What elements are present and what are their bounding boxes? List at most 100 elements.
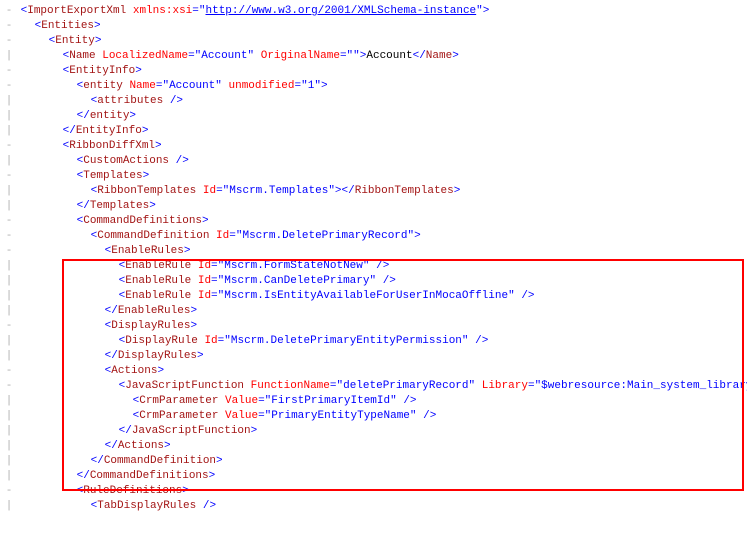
xml-tag: CommandDefinitions (83, 215, 202, 227)
code-line: | <attributes /> (4, 94, 743, 109)
code-line: - <DisplayRules> (4, 319, 743, 334)
gutter-bar: | (4, 274, 14, 289)
code-line: | <EnableRule Id="Mscrm.FormStateNotNew"… (4, 259, 743, 274)
xml-value: Account (169, 80, 215, 92)
code-line: - <JavaScriptFunction FunctionName="dele… (4, 379, 743, 394)
fold-toggle[interactable]: - (4, 379, 14, 394)
gutter-bar: | (4, 259, 14, 274)
gutter-bar: | (4, 454, 14, 469)
xml-tag: Entities (41, 20, 94, 32)
code-line: | <CustomActions /> (4, 154, 743, 169)
code-line: - <CommandDefinition Id="Mscrm.DeletePri… (4, 229, 743, 244)
fold-toggle[interactable]: - (4, 64, 14, 79)
code-line: | <CrmParameter Value="FirstPrimaryItemI… (4, 394, 743, 409)
code-line: | <RibbonTemplates Id="Mscrm.Templates">… (4, 184, 743, 199)
xml-tag: ImportExportXml (27, 5, 126, 17)
xml-attr: Value (225, 395, 258, 407)
gutter-bar: | (4, 199, 14, 214)
code-line: | <TabDisplayRules /> (4, 499, 743, 514)
code-line: - <Entities> (4, 19, 743, 34)
fold-toggle[interactable]: - (4, 19, 14, 34)
code-line: - <RibbonDiffXml> (4, 139, 743, 154)
code-line: - <CommandDefinitions> (4, 214, 743, 229)
xml-tag: EnableRule (125, 290, 191, 302)
code-line: | </JavaScriptFunction> (4, 424, 743, 439)
xml-code-block: - <ImportExportXml xmlns:xsi="http://www… (4, 4, 743, 514)
xml-attr: LocalizedName (102, 50, 188, 62)
xml-tag: entity (90, 110, 130, 122)
xml-tag: RibbonTemplates (97, 185, 196, 197)
xml-tag: DisplayRules (118, 350, 197, 362)
fold-toggle[interactable]: - (4, 229, 14, 244)
gutter-bar: | (4, 439, 14, 454)
xml-tag: DisplayRules (111, 320, 190, 332)
fold-toggle[interactable]: - (4, 79, 14, 94)
fold-toggle[interactable]: - (4, 244, 14, 259)
code-line: - <EntityInfo> (4, 64, 743, 79)
code-line: | <Name LocalizedName="Account" Original… (4, 49, 743, 64)
xml-attr: Id (204, 335, 217, 347)
gutter-bar: | (4, 499, 14, 514)
xml-attr: Id (198, 290, 211, 302)
xml-attr: Value (225, 410, 258, 422)
gutter-bar: | (4, 304, 14, 319)
code-line: | </CommandDefinitions> (4, 469, 743, 484)
xml-tag: TabDisplayRules (97, 500, 196, 512)
xml-attr: OriginalName (261, 50, 340, 62)
xml-value: Mscrm.Templates (229, 185, 328, 197)
fold-toggle[interactable]: - (4, 4, 14, 19)
xml-tag: EnableRule (125, 260, 191, 272)
xml-value: Mscrm.FormStateNotNew (224, 260, 363, 272)
gutter-bar: | (4, 469, 14, 484)
xml-tag: entity (83, 80, 123, 92)
fold-toggle[interactable]: - (4, 319, 14, 334)
code-line: | <CrmParameter Value="PrimaryEntityType… (4, 409, 743, 424)
xml-tag: Entity (55, 35, 95, 47)
gutter-bar: | (4, 124, 14, 139)
xml-value: Mscrm.IsEntityAvailableForUserInMocaOffl… (224, 290, 508, 302)
xml-link[interactable]: http://www.w3.org/2001/XMLSchema-instanc… (206, 5, 477, 17)
xml-tag: CrmParameter (139, 395, 218, 407)
xml-tag: EnableRules (111, 245, 184, 257)
xml-tag: CustomActions (83, 155, 169, 167)
code-line: | </Templates> (4, 199, 743, 214)
xml-tag: Name (69, 50, 95, 62)
xml-value: Mscrm.DeletePrimaryRecord (242, 230, 407, 242)
xml-attr: Name (129, 80, 155, 92)
xml-tag: CommandDefinition (97, 230, 209, 242)
fold-toggle[interactable]: - (4, 484, 14, 499)
code-line: | </entity> (4, 109, 743, 124)
code-line: | <EnableRule Id="Mscrm.IsEntityAvailabl… (4, 289, 743, 304)
gutter-bar: | (4, 289, 14, 304)
code-line: | </EntityInfo> (4, 124, 743, 139)
xml-tag: JavaScriptFunction (132, 425, 251, 437)
xml-tag: Actions (118, 440, 164, 452)
gutter-bar: | (4, 424, 14, 439)
xml-tag: DisplayRule (125, 335, 198, 347)
xml-tag: Actions (111, 365, 157, 377)
fold-toggle[interactable]: - (4, 214, 14, 229)
code-line: - <Entity> (4, 34, 743, 49)
code-line: - <Actions> (4, 364, 743, 379)
fold-toggle[interactable]: - (4, 169, 14, 184)
code-line: - <entity Name="Account" unmodified="1"> (4, 79, 743, 94)
xml-attr: Id (216, 230, 229, 242)
xml-tag: EnableRule (125, 275, 191, 287)
xml-value: FirstPrimaryItemId (271, 395, 390, 407)
xml-value: deletePrimaryRecord (343, 380, 468, 392)
xml-tag: JavaScriptFunction (125, 380, 244, 392)
xml-value: Mscrm.CanDeletePrimary (224, 275, 369, 287)
xml-attr: unmodified (229, 80, 295, 92)
gutter-bar: | (4, 154, 14, 169)
fold-toggle[interactable]: - (4, 139, 14, 154)
xml-text: Account (366, 50, 412, 62)
fold-toggle[interactable]: - (4, 34, 14, 49)
gutter-bar: | (4, 349, 14, 364)
xml-tag: EnableRules (118, 305, 191, 317)
xml-value: $webresource:Main_system_library.js (541, 380, 747, 392)
code-line: | <EnableRule Id="Mscrm.CanDeletePrimary… (4, 274, 743, 289)
xml-value: Account (201, 50, 247, 62)
fold-toggle[interactable]: - (4, 364, 14, 379)
code-line: | <DisplayRule Id="Mscrm.DeletePrimaryEn… (4, 334, 743, 349)
xml-tag: EntityInfo (76, 125, 142, 137)
